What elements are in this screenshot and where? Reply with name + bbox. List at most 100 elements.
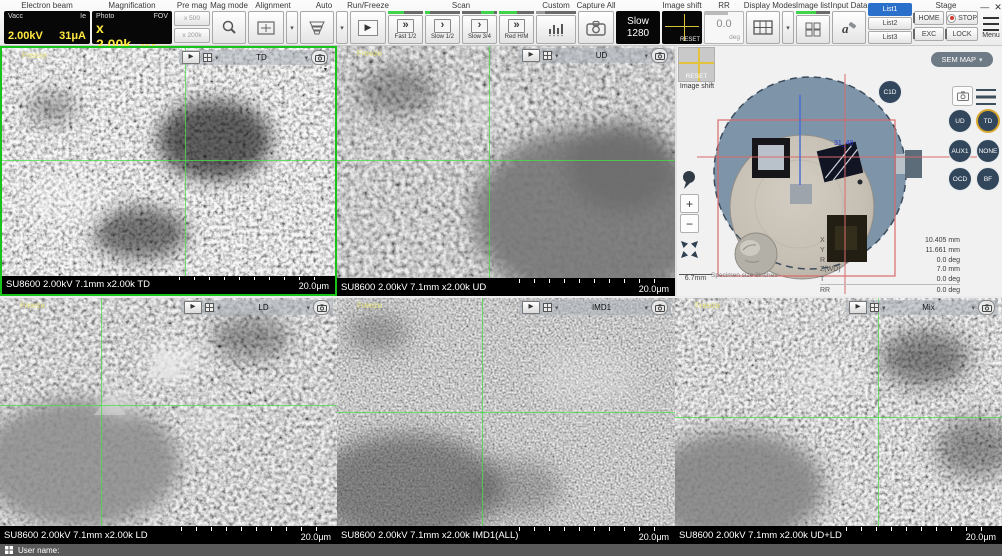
panel-camera-button[interactable] [311,50,328,65]
input-data-button[interactable]: a [832,11,866,44]
chevron-down-icon: ▾ [979,56,983,64]
indicator-bar [913,13,915,23]
sem-panel-imd1[interactable]: Freeze ▶ ▾ IMD1 ▾ SU8600 2.00kV 7.1mm x2… [337,296,675,544]
detector-c1d-button[interactable]: C1D [878,80,902,104]
stage-lock-button[interactable]: LOCK [946,27,978,41]
panel-run-button[interactable]: ▶ [522,49,540,62]
list1-tab[interactable]: List1 [868,3,912,16]
image-shift-crosshair-icon [665,26,699,27]
scan-indicator [425,11,460,14]
minimize-button[interactable]: — [980,2,989,13]
sem-image-imd1[interactable]: Freeze ▶ ▾ IMD1 ▾ [337,296,675,526]
sem-image-mix[interactable]: Freeze ▶ ▾ Mix ▾ [675,296,1002,526]
detector-bf-button[interactable]: BF [976,167,1000,191]
scan-slow-half-button[interactable]: ›Slow 1/2 [425,11,460,44]
chevron-down-icon[interactable]: ▾ [555,304,559,312]
detector-td-button[interactable]: TD [976,109,1000,133]
close-button[interactable]: ✕ [994,2,1002,13]
freeze-indicator: Freeze [695,301,720,310]
map-pin-icon[interactable] [681,170,697,195]
image-shift-display[interactable]: RESET [662,11,702,44]
sem-panel-td[interactable]: Freeze ▶ ▾ TD ▾ ▾ SU8600 2.00kV 7.1mm x2… [0,46,337,296]
map-fit-view-icon[interactable] [681,241,698,263]
list3-tab[interactable]: List3 [868,31,912,44]
display-modes-button[interactable] [746,11,780,44]
image-shift-reset-button[interactable]: RESET [680,37,700,43]
capture-all-button[interactable] [578,11,614,44]
panel-run-button[interactable]: ▶ [849,301,867,314]
detector-ud-button[interactable]: UD [948,109,972,133]
chevron-down-icon[interactable]: ▾ [644,304,648,312]
sem-map-dropdown[interactable]: SEM MAP ▾ [931,52,993,67]
sem-panel-ld[interactable]: Freeze ▶ ▾ LD ▾ SU8600 2.00kV 7.1mm x2.0… [0,296,337,544]
chevron-down-icon[interactable]: ▾ [971,304,975,312]
list2-tab[interactable]: List2 [868,17,912,30]
custom-button[interactable] [536,11,576,44]
sem-panel-ud[interactable]: Freeze ▶ ▾ UD ▾ SU8600 2.00kV 7.1mm x2.0… [337,46,675,296]
auto-button[interactable] [300,11,334,44]
map-menu-icon[interactable] [976,89,996,105]
panel-save-icon[interactable] [543,303,552,312]
detector-none-button[interactable]: NONE [976,139,1000,163]
run-freeze-button[interactable]: ▶ [350,11,386,44]
sem-image-ud[interactable]: Freeze ▶ ▾ UD ▾ [337,46,675,278]
panel-camera-button[interactable] [978,300,995,315]
sample-small-gray[interactable] [790,184,812,204]
panel-run-button[interactable]: ▶ [182,51,200,64]
display-modes-dropdown[interactable]: ▾ [782,11,794,44]
detector-ocd-button[interactable]: OCD [948,167,972,191]
stage-exc-button[interactable]: EXC [914,27,944,41]
scan-fast-half-button[interactable]: »Fast 1/2 [388,11,423,44]
image-caption-bar: SU8600 2.00kV 7.1mm x2.00k UD 20.0μm [337,278,675,296]
scan-button-label: Fast 1/2 [395,34,417,40]
chevron-down-icon[interactable]: ▾ [324,66,327,73]
specimen-size-label: Specimen size 2inches [711,272,777,279]
alignment-dropdown[interactable]: ▾ [286,11,298,44]
sem-image-td[interactable]: Freeze ▶ ▾ TD ▾ ▾ [2,48,335,276]
panel-camera-button[interactable] [651,300,668,315]
panel-save-icon[interactable] [203,53,212,62]
hamburger-menu-icon[interactable] [983,17,999,31]
chevron-down-icon[interactable]: ▾ [306,304,310,312]
panel-camera-button[interactable] [651,48,668,63]
chevron-down-icon[interactable]: ▾ [304,54,308,62]
panel-detector-label[interactable]: UD [562,51,642,60]
panel-detector-label[interactable]: IMD1 [562,303,642,312]
image-list-button[interactable] [796,11,830,44]
panel-save-icon[interactable] [543,51,552,60]
sem-image-ld[interactable]: Freeze ▶ ▾ LD ▾ [0,296,337,526]
chevron-down-icon[interactable]: ▾ [217,304,221,312]
stage-stop-button[interactable]: STOP [946,11,978,25]
detector-aux1-button[interactable]: AUX1 [948,139,972,163]
sem-panel-mix[interactable]: Freeze ▶ ▾ Mix ▾ SU8600 2.00kV 7.1mm x2.… [675,296,1002,544]
pre-mag-500-button[interactable]: x 500 [174,11,210,26]
scan-slow-34-button[interactable]: ›Slow 3/4 [462,11,497,44]
coord-value: 11.661 mm [926,247,961,254]
scan-red-hm-button[interactable]: »Red H/M [499,11,534,44]
ie-label: Ie [80,13,86,20]
alignment-button[interactable] [248,11,284,44]
panel-save-icon[interactable] [870,303,879,312]
map-image-shift-reset-button[interactable]: RESET [678,47,715,82]
chevron-down-icon[interactable]: ▾ [644,52,648,60]
panel-run-button[interactable]: ▶ [522,301,540,314]
panel-detector-label[interactable]: TD [222,53,302,62]
mag-mode-button[interactable] [212,11,246,44]
auto-dropdown[interactable]: ▾ [336,11,348,44]
electron-beam-display[interactable]: VaccIe 2.00kV31μA [4,11,90,44]
chevron-down-icon[interactable]: ▾ [555,52,559,60]
rr-display[interactable]: 0.0 deg [704,11,744,44]
map-camera-button[interactable] [952,86,973,106]
panel-save-icon[interactable] [205,303,214,312]
panel-detector-label[interactable]: LD [224,303,304,312]
map-zoom-out-button[interactable]: − [680,214,699,233]
pre-mag-200k-button[interactable]: x 200k [174,28,210,43]
panel-camera-button[interactable] [313,300,330,315]
panel-detector-label[interactable]: Mix [889,303,969,312]
stage-home-button[interactable]: HOME [914,11,944,25]
map-zoom-in-button[interactable]: + [680,194,699,213]
magnification-display[interactable]: PhotoFOV x 2.00k63.5μm [92,11,172,44]
chevron-down-icon[interactable]: ▾ [882,304,886,312]
chevron-down-icon[interactable]: ▾ [215,54,219,62]
panel-run-button[interactable]: ▶ [184,301,202,314]
